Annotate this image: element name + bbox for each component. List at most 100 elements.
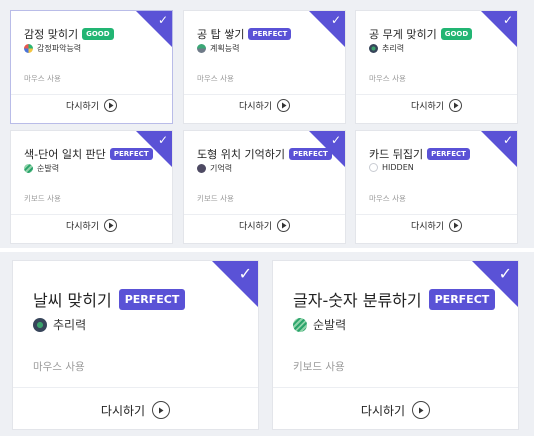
game-card: ✓ 공 탑 쌓기 PERFECT 계획능력마우스 사용다시하기 [183,10,346,124]
input-method: 마우스 사용 [369,74,406,83]
game-title: 카드 뒤집기 [369,148,424,161]
emotion-skill-icon [24,44,33,53]
game-title-row: 감정 맞히기 GOOD [24,26,114,42]
checkmark-icon: ✓ [330,13,341,27]
play-icon [449,219,463,232]
game-title: 도형 위치 기억하기 [197,148,285,161]
play-icon [277,219,291,232]
skill-label: 순발력 [313,318,347,332]
card-divider [273,387,518,388]
game-title-row: 글자-숫자 분류하기 PERFECT [293,287,496,311]
checkmark-icon: ✓ [330,133,341,147]
card-divider [13,387,258,388]
play-icon [152,401,171,419]
retry-button[interactable]: 다시하기 [356,99,517,112]
retry-label: 다시하기 [238,102,273,112]
checkmark-icon: ✓ [498,264,512,283]
input-method: 마우스 사용 [33,361,85,373]
skill-row: 순발력 [293,316,346,333]
retry-button[interactable]: 다시하기 [184,219,345,232]
input-method: 키보드 사용 [293,361,345,373]
input-method: 키보드 사용 [24,194,61,203]
game-title-row: 공 탑 쌓기 PERFECT [197,26,292,42]
retry-label: 다시하기 [410,102,445,112]
checkmark-icon: ✓ [157,13,168,27]
retry-label: 다시하기 [410,222,445,232]
card-divider [356,214,517,215]
skill-label: 기억력 [210,164,233,173]
game-card: ✓ 도형 위치 기억하기 PERFECT 기억력 키보드 사용 다시하기 [183,130,346,244]
play-icon [449,99,463,112]
hidden-skill-icon [369,163,378,172]
card-divider [184,94,345,95]
retry-button[interactable]: 다시하기 [11,219,172,232]
retry-label: 다시하기 [238,222,273,232]
game-title: 공 무게 맞히기 [369,28,437,41]
result-badge: PERFECT [248,28,292,40]
agility-skill-icon [293,317,307,332]
game-title: 감정 맞히기 [24,28,79,41]
memory-skill-icon [197,164,206,173]
game-title: 공 탑 쌓기 [197,28,245,41]
skill-label: 추리력 [53,318,87,332]
skill-label: 순발력 [37,164,60,173]
skill-label: 계획능력 [210,44,240,53]
input-method: 마우스 사용 [197,74,234,83]
skill-row: 순발력 [24,163,59,174]
game-card: ✓ 글자-숫자 분류하기 PERFECT 순발력키보드 사용다시하기 [272,260,519,430]
input-method: 마우스 사용 [24,74,61,83]
result-badge: GOOD [82,28,114,40]
retry-button[interactable]: 다시하기 [356,219,517,232]
checkmark-icon: ✓ [502,13,513,27]
game-title-row: 카드 뒤집기 PERFECT [369,146,470,162]
retry-button[interactable]: 다시하기 [184,99,345,112]
game-card: ✓ 날씨 맞히기 PERFECT 추리력마우스 사용다시하기 [12,260,259,430]
agility-skill-icon [24,164,33,173]
skill-row: 기억력 [197,163,232,174]
retry-label: 다시하기 [100,403,146,418]
skill-row: HIDDEN [369,163,414,172]
game-title-row: 날씨 맞히기 PERFECT [33,287,186,311]
game-card: ✓ 색-단어 일치 판단 PERFECT 순발력키보드 사용다시하기 [10,130,173,244]
play-icon [412,401,431,419]
game-title-row: 도형 위치 기억하기 PERFECT [197,146,332,162]
retry-label: 다시하기 [65,102,100,112]
game-title-row: 공 무게 맞히기 GOOD [369,26,473,42]
skill-label: 추리력 [382,44,405,53]
game-title: 날씨 맞히기 [33,291,112,310]
play-icon [277,99,291,112]
retry-button[interactable]: 다시하기 [273,401,518,419]
card-divider [184,214,345,215]
result-badge: PERFECT [118,288,186,310]
skill-row: 추리력 [33,316,86,333]
reasoning-skill-icon [33,317,47,332]
play-icon [104,219,118,232]
skill-row: 추리력 [369,43,404,54]
card-divider [11,214,172,215]
planning-skill-icon [197,44,206,53]
card-divider [356,94,517,95]
checkmark-icon: ✓ [238,264,252,283]
result-badge: PERFECT [427,148,470,160]
skill-label: HIDDEN [382,163,414,172]
retry-button[interactable]: 다시하기 [11,99,172,112]
card-divider [11,94,172,95]
input-method: 마우스 사용 [369,194,406,203]
skill-row: 감정파악능력 [24,43,81,54]
result-badge: PERFECT [428,288,496,310]
retry-button[interactable]: 다시하기 [13,401,258,419]
retry-label: 다시하기 [65,222,100,232]
game-card: ✓ 공 무게 맞히기 GOOD 추리력마우스 사용다시하기 [355,10,518,124]
game-title: 색-단어 일치 판단 [24,148,106,161]
skill-row: 계획능력 [197,43,239,54]
play-icon [104,99,118,112]
skill-label: 감정파악능력 [37,44,82,53]
result-badge: GOOD [440,28,473,40]
game-card: ✓ 카드 뒤집기 PERFECT HIDDEN 마우스 사용 다시하기 [355,130,518,244]
checkmark-icon: ✓ [157,133,168,147]
result-badge: PERFECT [288,148,332,160]
reasoning-skill-icon [369,44,378,53]
result-badge: PERFECT [109,148,153,160]
game-title-row: 색-단어 일치 판단 PERFECT [24,146,153,162]
retry-label: 다시하기 [360,403,406,418]
